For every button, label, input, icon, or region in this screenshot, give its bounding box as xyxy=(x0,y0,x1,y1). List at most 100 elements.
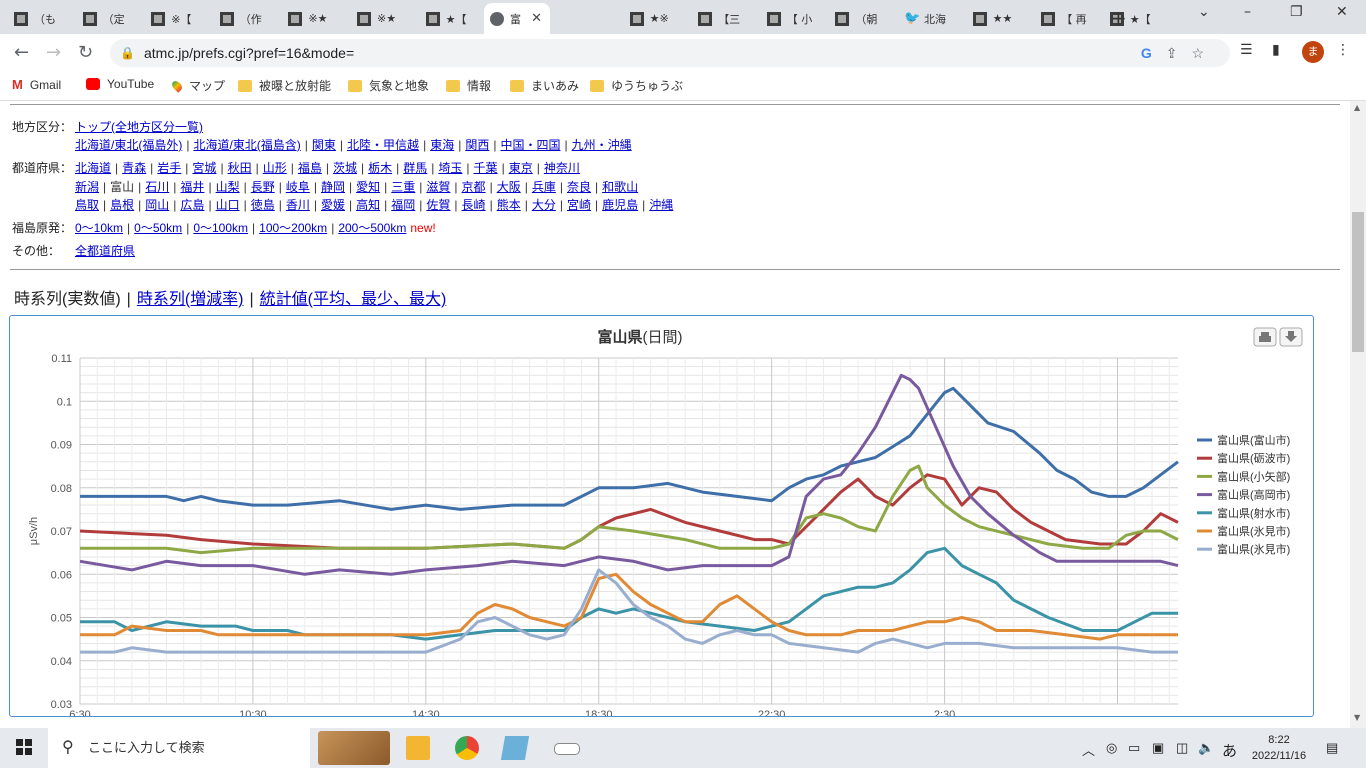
browser-tab[interactable]: ★※ xyxy=(624,3,692,34)
nav-link[interactable]: 200〜500km xyxy=(338,221,406,235)
nav-link[interactable]: 鹿児島 xyxy=(602,198,638,212)
meet-icon[interactable]: ◎ xyxy=(1106,740,1117,756)
browser-tab[interactable]: （も xyxy=(8,3,76,34)
avatar[interactable]: ま xyxy=(1302,41,1324,63)
nav-link[interactable]: 宮城 xyxy=(192,161,216,175)
clock[interactable]: 8:22 2022/11/16 xyxy=(1248,732,1310,764)
nav-link[interactable]: 青森 xyxy=(122,161,146,175)
new-tab-button[interactable]: + xyxy=(1110,6,1127,30)
bookmark-item[interactable]: 被曝と放射能 xyxy=(238,77,331,94)
nav-link[interactable]: 福島 xyxy=(298,161,322,175)
notepad-icon[interactable] xyxy=(500,736,530,760)
network-icon[interactable]: ▣ xyxy=(1152,740,1164,756)
menu-kebab-icon[interactable]: ⋮ xyxy=(1336,42,1350,58)
bookmark-item[interactable]: YouTube xyxy=(86,77,154,91)
bookmark-item[interactable]: 情報 xyxy=(446,77,491,94)
bookmark-item[interactable]: ゆうちゅうぶ xyxy=(590,77,683,94)
tab-timeseries-rate[interactable]: 時系列(増減率) xyxy=(137,291,244,308)
nav-link[interactable]: 岩手 xyxy=(157,161,181,175)
nav-link[interactable]: 大分 xyxy=(532,198,556,212)
tab-statistics[interactable]: 統計値(平均、最少、最大) xyxy=(260,291,447,308)
nav-link[interactable]: 埼玉 xyxy=(438,161,462,175)
nav-link[interactable]: 新潟 xyxy=(75,180,99,194)
forward-button[interactable]: → xyxy=(46,42,61,63)
browser-tab[interactable]: 富 ✕ xyxy=(484,3,550,34)
all-prefs-link[interactable]: 全都道府県 xyxy=(75,244,135,258)
ime-indicator[interactable]: あ xyxy=(1222,740,1237,761)
windows-start-icon[interactable] xyxy=(16,739,32,755)
bookmark-star-icon[interactable]: ☆ xyxy=(1191,45,1218,61)
volume-icon[interactable]: 🔈 xyxy=(1198,740,1214,756)
nav-link[interactable]: 神奈川 xyxy=(544,161,580,175)
minimize-button[interactable]: – xyxy=(1244,4,1251,20)
browser-tab[interactable]: 【三 xyxy=(692,3,760,34)
browser-tab[interactable]: ※【 xyxy=(145,3,213,34)
nav-link[interactable]: 栃木 xyxy=(368,161,392,175)
nav-link[interactable]: 100〜200km xyxy=(259,221,327,235)
bookmark-item[interactable]: マップ xyxy=(170,77,225,94)
browser-tab[interactable]: （作 xyxy=(214,3,282,34)
nav-link[interactable]: 東京 xyxy=(509,161,533,175)
nav-link[interactable]: 北陸・甲信越 xyxy=(347,138,419,152)
lock-icon[interactable]: 🔒 xyxy=(120,39,135,67)
nav-link[interactable]: 大阪 xyxy=(497,180,521,194)
notifications-icon[interactable]: ▤ xyxy=(1326,740,1338,756)
close-window-button[interactable]: ✕ xyxy=(1336,4,1348,20)
region-top-link[interactable]: トップ(全地方区分一覧) xyxy=(75,120,203,134)
nav-link[interactable]: 北海道/東北(福島外) xyxy=(75,138,182,152)
scroll-down-icon[interactable]: ▼ xyxy=(1354,713,1360,722)
nav-link[interactable]: 島根 xyxy=(110,198,134,212)
browser-tab[interactable]: 【 再 xyxy=(1035,3,1103,34)
nav-link[interactable]: 広島 xyxy=(180,198,204,212)
nav-link[interactable]: 香川 xyxy=(286,198,310,212)
nav-link[interactable]: 愛媛 xyxy=(321,198,345,212)
side-panel-icon[interactable]: ▮ xyxy=(1272,42,1280,58)
nav-link[interactable]: 静岡 xyxy=(321,180,345,194)
scrollbar[interactable]: ▲ ▼ xyxy=(1350,101,1366,728)
nav-link[interactable]: 愛知 xyxy=(356,180,380,194)
browser-tab[interactable]: ※★ xyxy=(351,3,419,34)
news-widget-icon[interactable] xyxy=(318,731,390,765)
nav-link[interactable]: 徳島 xyxy=(251,198,275,212)
nav-link[interactable]: 鳥取 xyxy=(75,198,99,212)
reading-list-icon[interactable]: ☰ xyxy=(1240,42,1253,58)
tray-app-icon[interactable]: ▭ xyxy=(1128,740,1140,756)
nav-link[interactable]: 福井 xyxy=(180,180,204,194)
nav-link[interactable]: 岐阜 xyxy=(286,180,310,194)
browser-tab[interactable]: 【 小 xyxy=(761,3,829,34)
nav-link[interactable]: 北海道/東北(福島含) xyxy=(193,138,300,152)
google-icon[interactable]: G xyxy=(1141,45,1166,61)
nav-link[interactable]: 千葉 xyxy=(474,161,498,175)
nav-link[interactable]: 0〜100km xyxy=(193,221,248,235)
scroll-up-icon[interactable]: ▲ xyxy=(1354,103,1360,112)
close-tab-icon[interactable]: ✕ xyxy=(531,11,542,26)
address-bar[interactable]: 🔒 atmc.jp/prefs.cgi?pref=16&mode= G⇪☆ xyxy=(110,39,1230,67)
nav-link[interactable]: 石川 xyxy=(145,180,169,194)
nav-link[interactable]: 和歌山 xyxy=(602,180,638,194)
nav-link[interactable]: 中国・四国 xyxy=(500,138,560,152)
browser-tab[interactable]: （定 xyxy=(77,3,145,34)
maximize-button[interactable]: ❐ xyxy=(1290,4,1303,20)
nav-link[interactable]: 東海 xyxy=(430,138,454,152)
nav-link[interactable]: 奈良 xyxy=(567,180,591,194)
nav-link[interactable]: 宮崎 xyxy=(567,198,591,212)
nav-link[interactable]: 茨城 xyxy=(333,161,357,175)
nav-link[interactable]: 山形 xyxy=(263,161,287,175)
scrollbar-thumb[interactable] xyxy=(1352,212,1364,352)
nav-link[interactable]: 北海道 xyxy=(75,161,111,175)
nav-link[interactable]: 山梨 xyxy=(216,180,240,194)
browser-tab[interactable]: （朝 xyxy=(829,3,897,34)
nav-link[interactable]: 九州・沖縄 xyxy=(572,138,632,152)
share-icon[interactable]: ⇪ xyxy=(1166,45,1192,61)
nav-link[interactable]: 京都 xyxy=(462,180,486,194)
nav-link[interactable]: 0〜50km xyxy=(134,221,182,235)
tray-expand-icon[interactable]: ︿ xyxy=(1082,740,1095,759)
url-text[interactable]: atmc.jp/prefs.cgi?pref=16&mode= xyxy=(144,39,354,67)
nav-link[interactable]: 兵庫 xyxy=(532,180,556,194)
bookmark-item[interactable]: 気象と地象 xyxy=(348,77,429,94)
reload-button[interactable]: ↻ xyxy=(78,42,93,63)
nav-link[interactable]: 群馬 xyxy=(403,161,427,175)
nav-link[interactable]: 熊本 xyxy=(497,198,521,212)
browser-tab[interactable]: ★【 xyxy=(420,3,488,34)
back-button[interactable]: ← xyxy=(14,42,29,63)
